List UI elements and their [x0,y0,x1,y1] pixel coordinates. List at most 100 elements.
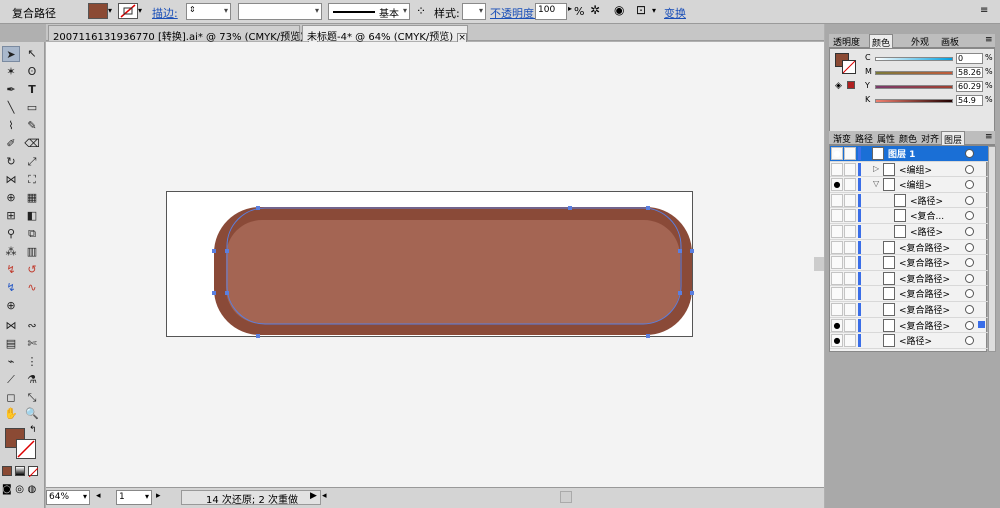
target-circle-icon[interactable] [965,320,974,330]
layer-row[interactable]: ● <路径> [830,333,988,349]
cyan-slider[interactable] [875,57,953,61]
target-circle-icon[interactable] [965,305,974,314]
selection-tool-icon[interactable]: ➤ [2,46,20,62]
opacity-input[interactable]: 100 [535,3,567,20]
graphic-style-dropdown[interactable]: ▾ [462,3,486,20]
variable-width-profile-dropdown[interactable]: ▾ [238,3,322,20]
lock-toggle[interactable] [844,240,856,254]
magic-wand-tool-icon[interactable]: ✶ [2,64,20,80]
transform-link[interactable]: 变换 [664,5,686,21]
lock-toggle[interactable] [844,209,856,223]
rectangle-tool-icon[interactable]: ▭ [23,100,41,116]
draw-inside-icon[interactable]: ◍ [27,484,36,495]
layer-row[interactable]: <复合路径> [830,302,988,318]
target-circle-icon[interactable] [965,258,974,268]
visibility-toggle[interactable] [831,193,843,207]
scale-tool-icon[interactable]: ⤢ [23,154,41,170]
target-circle-icon[interactable] [965,242,974,252]
width-tool-icon[interactable]: ⋈ [2,172,20,188]
type-tool-icon[interactable]: T [23,82,41,98]
direct-selection-tool-icon[interactable]: ↖ [23,46,41,62]
color-stroke-swatch[interactable] [842,60,856,74]
stroke-link[interactable]: 描边: [152,5,178,21]
layers-scrollbar[interactable] [988,146,996,352]
slice-tool-icon[interactable]: ✄ [23,336,41,352]
tab-attributes[interactable]: 属性 [875,131,897,145]
tab-gradient[interactable]: 渐变 [831,131,853,145]
layer-row[interactable]: <复合路径> [830,286,988,302]
scroll-handle[interactable] [814,257,824,271]
layer-row[interactable]: ● <复合路径> [830,318,988,334]
layer-row[interactable]: <路径> [830,224,988,240]
tab-color-guide[interactable]: 颜色 [897,131,919,145]
yellow-input[interactable]: 60.29 [956,81,983,92]
visibility-toggle[interactable] [831,209,843,223]
eyedropper-2-tool-icon[interactable]: ⚗ [23,372,41,388]
hand-tool-icon[interactable]: ✋ [2,406,20,422]
lock-toggle[interactable] [844,287,856,301]
brush-definition-dropdown[interactable]: 基本 ▾ [328,3,410,20]
slice-select-tool-icon[interactable]: ⤡ [23,390,41,406]
visibility-toggle[interactable] [831,240,843,254]
tab-transparency[interactable]: 透明度 [831,34,862,48]
stroke-indicator[interactable] [16,439,36,459]
gamut-warning-swatch[interactable] [847,81,855,89]
lock-toggle[interactable] [844,271,856,285]
document-setup-icon[interactable]: ◉ [614,3,624,17]
target-circle-icon[interactable] [965,180,974,190]
tab-align[interactable]: 对齐 [919,131,941,145]
lock-toggle[interactable] [844,225,856,238]
previous-artboard-icon[interactable]: ◂ [96,491,101,501]
tab-pathfinder[interactable]: 路径 [853,131,875,145]
zoom-level-dropdown[interactable]: 64% ▾ [46,490,90,505]
selection-indicator[interactable] [978,320,985,328]
draw-behind-icon[interactable]: ◎ [15,484,24,495]
visibility-toggle[interactable] [831,271,843,285]
visibility-toggle[interactable]: ● [831,318,843,332]
stroke-color-swatch[interactable] [118,3,138,19]
tab-color[interactable]: 颜色 [869,34,894,49]
custom-tool-red-icon[interactable]: ↯ [2,262,20,278]
rotate-tool-icon[interactable]: ↻ [2,154,20,170]
lock-toggle[interactable] [844,318,856,332]
graph-tool-icon[interactable]: ▤ [2,336,20,352]
layer-header-row[interactable]: ● 图层 1 [830,146,988,162]
status-menu-icon[interactable]: ▶ [310,491,317,501]
symbol-sprayer-tool-icon[interactable]: ⁂ [2,244,20,260]
fill-color-swatch[interactable] [88,3,108,19]
artboard-tool-icon[interactable]: ◻ [2,390,20,406]
visibility-toggle[interactable] [831,303,843,316]
lock-toggle[interactable] [844,303,856,316]
horizontal-scroll-thumb[interactable] [560,491,572,503]
target-circle-icon[interactable] [965,227,974,236]
chevron-down-icon[interactable]: ▾ [138,6,142,15]
target-circle-icon[interactable] [965,273,974,283]
tab-appearance[interactable]: 外观 [909,34,931,48]
stroke-weight-field[interactable]: ⇕ ▾ [186,3,231,20]
zoom-tool-icon[interactable]: 🔍 [23,406,41,422]
scissors-tool-icon[interactable]: ⌁ [2,354,20,370]
target-circle-icon[interactable] [965,195,974,205]
magenta-slider[interactable] [875,71,953,75]
none-mode-icon[interactable] [28,466,39,478]
magenta-input[interactable]: 58.26 [956,67,983,78]
layer-row[interactable]: ● ▽ <编组> [830,177,988,193]
stepper-icon[interactable]: ⇕ [189,5,196,14]
visibility-toggle[interactable]: ● [831,334,843,348]
out-of-gamut-icon[interactable]: ◈ [835,81,842,91]
chevron-down-icon[interactable]: ▾ [652,6,656,15]
yellow-slider[interactable] [875,85,953,89]
lock-toggle[interactable] [844,256,856,270]
next-artboard-icon[interactable]: ▸ [156,491,161,501]
perspective-grid-tool-icon[interactable]: ▦ [23,190,41,206]
chevron-down-icon[interactable]: ▽ [873,179,879,188]
shape-builder-tool-icon[interactable]: ⊕ [2,190,20,206]
layer-row[interactable]: ▷ <编组> [830,162,988,178]
visibility-toggle[interactable] [831,225,843,238]
lock-toggle[interactable] [844,193,856,207]
opacity-link[interactable]: 不透明度: [490,5,538,21]
tab-document-2[interactable]: 未标题-4* @ 64% (CMYK/预览) × [302,25,468,43]
measure-tool-icon[interactable]: ⟋ [2,372,20,388]
line-tool-icon[interactable]: ╲ [2,100,20,116]
swap-fill-stroke-icon[interactable]: ↰ [29,425,37,435]
